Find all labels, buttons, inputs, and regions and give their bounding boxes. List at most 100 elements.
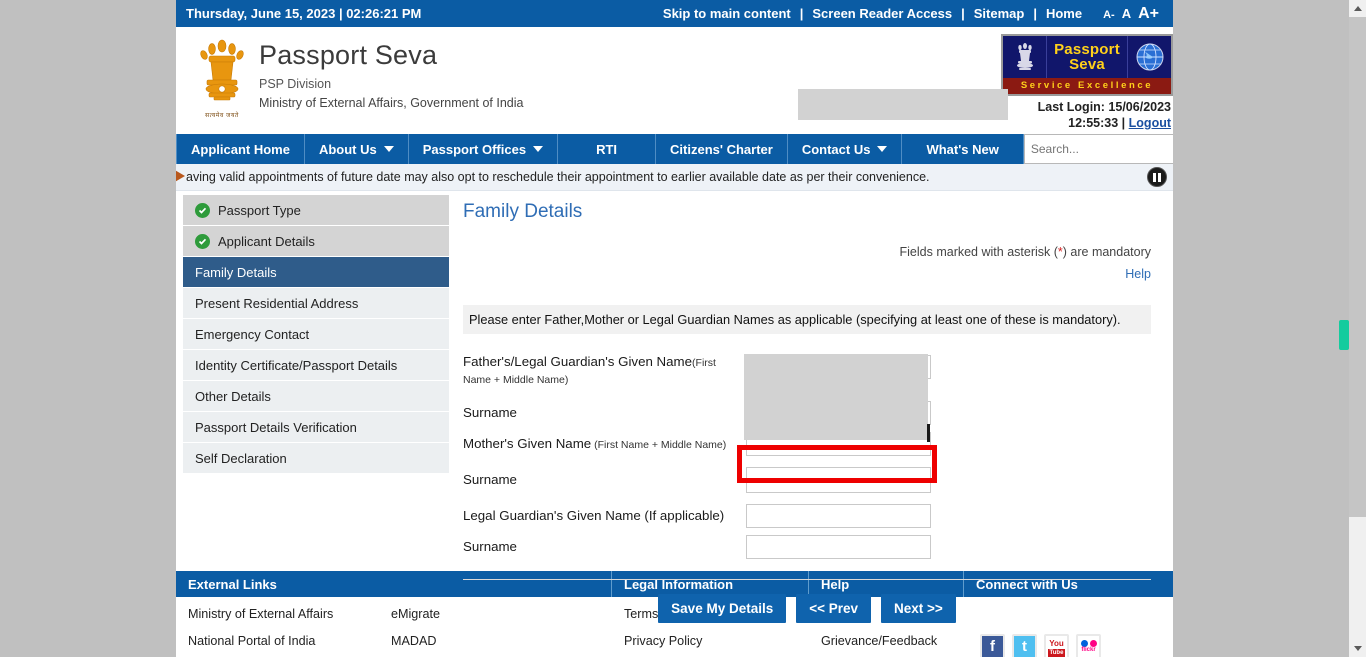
- announcement-marquee: aving valid appointments of future date …: [176, 164, 1173, 191]
- sidebar-item-label: Identity Certificate/Passport Details: [195, 357, 398, 373]
- mothers-surname-input[interactable]: [746, 466, 931, 493]
- passport-seva-page: Thursday, June 15, 2023 | 02:26:21 PM Sk…: [176, 0, 1173, 657]
- emblem-motto: सत्यमेव जयते: [205, 113, 239, 119]
- browser-viewport: Thursday, June 15, 2023 | 02:26:21 PM Sk…: [0, 0, 1366, 657]
- font-normal-button[interactable]: A: [1122, 6, 1131, 21]
- form-steps-sidebar: Passport Type Applicant Details Family D…: [183, 195, 449, 474]
- field-label-fathers-surname: Surname: [463, 405, 746, 421]
- nav-item-whats-new[interactable]: What's New: [902, 134, 1024, 164]
- page-title: Family Details: [463, 201, 583, 222]
- label-main: Mother's Given Name: [463, 435, 592, 451]
- nav-item-passport-offices[interactable]: Passport Offices: [409, 134, 559, 164]
- mandatory-note-post: ) are mandatory: [1062, 245, 1151, 259]
- nav-item-citizens-charter[interactable]: Citizens' Charter: [656, 134, 788, 164]
- mandatory-note-pre: Fields marked with asterisk (: [899, 245, 1058, 259]
- sidebar-item-applicant-details[interactable]: Applicant Details: [183, 226, 449, 257]
- logout-link[interactable]: Logout: [1129, 116, 1171, 130]
- skip-to-main-content-link[interactable]: Skip to main content: [654, 6, 800, 21]
- marquee-pause-button[interactable]: [1147, 167, 1167, 187]
- nav-item-contact-us[interactable]: Contact Us: [788, 134, 903, 164]
- main-navigation: Applicant Home About Us Passport Offices…: [176, 133, 1173, 164]
- nav-item-applicant-home[interactable]: Applicant Home: [176, 134, 305, 164]
- nav-label: Passport Offices: [422, 141, 527, 157]
- sidebar-item-self-declaration[interactable]: Self Declaration: [183, 443, 449, 474]
- home-link[interactable]: Home: [1037, 6, 1091, 21]
- nav-label: Citizens' Charter: [670, 141, 773, 157]
- youtube-icon[interactable]: You Tube: [1044, 634, 1069, 657]
- site-ministry: Ministry of External Affairs, Government…: [259, 96, 524, 110]
- legal-guardian-surname-input[interactable]: [746, 535, 931, 559]
- field-label-legal-guardian-surname: Surname: [463, 539, 746, 555]
- sidebar-item-label: Emergency Contact: [195, 326, 310, 342]
- prev-button[interactable]: << Prev: [796, 594, 872, 623]
- font-size-controls: A- A A+: [1091, 5, 1159, 23]
- last-login-info: Last Login: 15/06/2023 12:55:33 | Logout: [1038, 99, 1171, 131]
- last-login-date: Last Login: 15/06/2023: [1037, 100, 1171, 114]
- site-title: Passport Seva: [259, 40, 438, 70]
- scrollbar-thumb[interactable]: [1349, 17, 1366, 517]
- page-content: Passport Type Applicant Details Family D…: [176, 191, 1173, 623]
- nav-item-about-us[interactable]: About Us: [305, 134, 409, 164]
- help-link[interactable]: Help: [1125, 267, 1151, 281]
- field-label-mothers-surname: Surname: [463, 472, 746, 488]
- text-cursor-artifact: [927, 424, 930, 442]
- vertical-scrollbar[interactable]: [1349, 0, 1366, 657]
- globe-icon: [1127, 36, 1171, 78]
- sidebar-item-other-details[interactable]: Other Details: [183, 381, 449, 412]
- sidebar-item-passport-type[interactable]: Passport Type: [183, 195, 449, 226]
- sidebar-item-label: Self Declaration: [195, 450, 287, 466]
- pause-bar-right: [1158, 172, 1161, 182]
- footer-link-ministry-of-external-affairs[interactable]: Ministry of External Affairs: [188, 607, 379, 621]
- search-input[interactable]: [1023, 134, 1173, 164]
- help-link-wrap: Help: [463, 265, 1151, 283]
- redaction-overlay-fields: [744, 354, 928, 440]
- sidebar-item-identity-certificate-passport-details[interactable]: Identity Certificate/Passport Details: [183, 350, 449, 381]
- label-sub: (First Name + Middle Name): [591, 438, 727, 451]
- logo-emblem-icon: [1003, 36, 1047, 78]
- footer-link-madad[interactable]: MADAD: [391, 634, 612, 648]
- chevron-down-icon: [877, 146, 888, 152]
- save-my-details-button[interactable]: Save My Details: [658, 594, 787, 623]
- passport-seva-logo: Passport Seva Service Excellence: [1001, 34, 1173, 96]
- footer-column-social: f t You Tube flickr: [964, 607, 1173, 657]
- sitemap-link[interactable]: Sitemap: [965, 6, 1034, 21]
- sidebar-item-label: Passport Type: [218, 202, 301, 218]
- sidebar-item-present-residential-address[interactable]: Present Residential Address: [183, 288, 449, 319]
- sidebar-item-passport-details-verification[interactable]: Passport Details Verification: [183, 412, 449, 443]
- footer-link-national-portal-of-india[interactable]: National Portal of India: [188, 634, 379, 648]
- find-in-page-marker: [1339, 320, 1349, 350]
- scroll-down-arrow-icon[interactable]: [1349, 640, 1366, 657]
- nav-label: Contact Us: [801, 141, 871, 157]
- family-name-fields: Father's/Legal Guardian's Given Name (Fir…: [463, 352, 1151, 563]
- legal-guardian-given-name-input[interactable]: [746, 503, 931, 528]
- sidebar-item-family-details[interactable]: Family Details: [183, 257, 449, 288]
- next-button[interactable]: Next >>: [881, 594, 956, 623]
- screen-reader-access-link[interactable]: Screen Reader Access: [803, 6, 961, 21]
- sidebar-item-label: Other Details: [195, 388, 271, 404]
- nav-item-rti[interactable]: RTI: [558, 134, 657, 164]
- font-decrease-button[interactable]: A-: [1103, 9, 1115, 21]
- chevron-down-icon: [533, 146, 544, 152]
- nav-label: Applicant Home: [191, 141, 290, 157]
- scroll-up-arrow-icon[interactable]: [1349, 0, 1366, 17]
- field-label-legal-guardian-given-name: Legal Guardian's Given Name (If applicab…: [463, 508, 746, 524]
- flickr-icon[interactable]: flickr: [1076, 634, 1101, 657]
- facebook-icon[interactable]: f: [980, 634, 1005, 657]
- font-increase-button[interactable]: A+: [1138, 5, 1159, 23]
- sidebar-item-emergency-contact[interactable]: Emergency Contact: [183, 319, 449, 350]
- nav-label: About Us: [318, 141, 377, 157]
- family-details-panel: Family Details Fields marked with asteri…: [449, 191, 1173, 623]
- twitter-icon[interactable]: t: [1012, 634, 1037, 657]
- footer-column-1: Ministry of External Affairs National Po…: [176, 607, 379, 657]
- logo-wordmark: Passport Seva: [1047, 36, 1127, 78]
- site-header: सत्यमेव जयते Passport Seva PSP Division …: [176, 27, 1173, 133]
- field-row-legal-guardian-given-name: Legal Guardian's Given Name (If applicab…: [463, 500, 1151, 531]
- field-row-mothers-surname: Surname: [463, 459, 1151, 500]
- footer-link-privacy-policy[interactable]: Privacy Policy: [624, 634, 809, 648]
- marquee-arrow-icon: [176, 169, 185, 183]
- label-main: Surname: [463, 471, 517, 487]
- form-instruction: Please enter Father,Mother or Legal Guar…: [463, 305, 1151, 334]
- footer-link-grievance-feedback[interactable]: Grievance/Feedback: [821, 634, 964, 648]
- logo-top-row: Passport Seva: [1003, 36, 1171, 78]
- pause-bar-left: [1153, 172, 1156, 182]
